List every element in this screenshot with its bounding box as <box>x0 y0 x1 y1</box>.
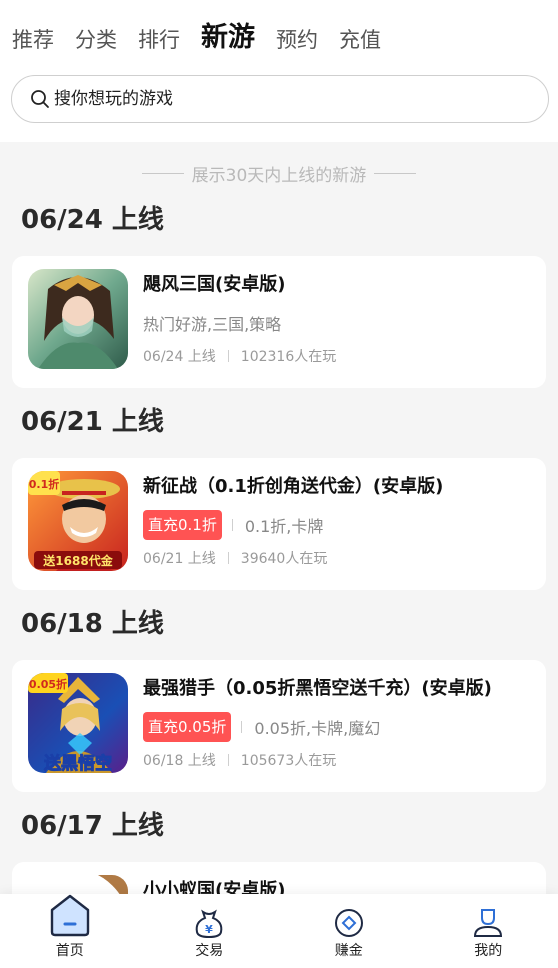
nav-trade[interactable]: ¥ 交易 <box>140 894 280 968</box>
tag-text: 0.05折,卡牌,魔幻 <box>254 719 381 738</box>
game-thumbnail[interactable] <box>28 269 128 369</box>
user-icon <box>474 909 503 937</box>
game-tags: 热门好游,三国,策略 <box>143 308 281 338</box>
player-count: 39640人在玩 <box>240 551 328 567</box>
search-bar[interactable] <box>11 75 549 123</box>
divider <box>231 519 233 531</box>
player-count: 102316人在玩 <box>240 349 337 365</box>
game-card[interactable]: 飓风三国(安卓版) 热门好游,三国,策略 06/24 上线 102316人在玩 <box>12 256 546 388</box>
notice-banner: 展示30天内上线的新游 <box>0 160 558 186</box>
game-card[interactable]: 0.1折 送1688代金 新征战（0.1折创角送代金）(安卓版) 直充0.1折 … <box>12 458 546 590</box>
search-icon <box>31 90 49 108</box>
game-thumbnail[interactable]: 0.1折 送1688代金 <box>28 471 128 571</box>
divider <box>227 350 229 362</box>
notice-text: 展示30天内上线的新游 <box>191 165 367 186</box>
game-meta: 06/21 上线 39640人在玩 <box>143 548 327 568</box>
top-header: 推荐 分类 排行 新游 预约 充值 <box>0 0 558 142</box>
game-title: 最强猎手（0.05折黑悟空送千充）(安卓版) <box>143 678 492 699</box>
game-meta: 06/24 上线 102316人在玩 <box>143 346 336 366</box>
bottom-navigation: 首页 ¥ 交易 赚金 我的 <box>0 894 558 968</box>
divider <box>227 552 229 564</box>
tab-ranking[interactable]: 排行 <box>138 18 180 62</box>
game-title: 新征战（0.1折创角送代金）(安卓版) <box>143 476 444 497</box>
discount-badge: 直充0.1折 <box>143 510 222 540</box>
nav-home[interactable]: 首页 <box>0 894 140 968</box>
launch-date: 06/24 上线 <box>143 349 216 365</box>
thumbnail-promo-text: 送黑悟空 <box>44 753 112 773</box>
search-input[interactable] <box>54 89 514 109</box>
thumbnail-promo-text: 送1688代金 <box>42 553 113 568</box>
section-date: 06/17 上线 <box>21 811 164 841</box>
game-thumbnail[interactable]: 0.05折 送黑悟空 <box>28 673 128 773</box>
tab-category[interactable]: 分类 <box>75 18 117 62</box>
section-date: 06/24 上线 <box>21 205 164 235</box>
tag-text: 0.1折,卡牌 <box>244 517 324 536</box>
section-date: 06/18 上线 <box>21 609 164 639</box>
nav-earn[interactable]: 赚金 <box>279 894 419 968</box>
game-tags: 直充0.05折 0.05折,卡牌,魔幻 <box>143 712 380 742</box>
tab-new-games[interactable]: 新游 <box>201 18 255 58</box>
tab-reservation[interactable]: 预约 <box>276 18 318 62</box>
nav-label: 我的 <box>474 943 503 959</box>
discount-badge: 直充0.05折 <box>143 712 232 742</box>
divider <box>227 754 229 766</box>
divider <box>374 172 417 174</box>
nav-label: 首页 <box>55 943 84 959</box>
thumbnail-promo-text: 0.05折 <box>29 677 67 691</box>
thumbnail-promo-text: 0.1折 <box>29 477 60 491</box>
launch-date: 06/18 上线 <box>143 753 216 769</box>
game-meta: 06/18 上线 105673人在玩 <box>143 750 336 770</box>
game-tags: 直充0.1折 0.1折,卡牌 <box>143 510 323 540</box>
nav-label: 交易 <box>195 943 224 959</box>
tag-text: 热门好游,三国,策略 <box>143 315 282 334</box>
game-card[interactable]: 0.05折 送黑悟空 最强猎手（0.05折黑悟空送千充）(安卓版) 直充0.05… <box>12 660 546 792</box>
section-date: 06/21 上线 <box>21 407 164 437</box>
money-bag-icon: ¥ <box>195 909 223 938</box>
category-tabs: 推荐 分类 排行 新游 预约 充值 <box>12 18 402 62</box>
tab-recommend[interactable]: 推荐 <box>12 18 54 62</box>
coin-icon <box>334 909 363 937</box>
launch-date: 06/21 上线 <box>143 551 216 567</box>
home-icon <box>50 894 89 937</box>
nav-label: 赚金 <box>334 943 363 959</box>
divider <box>241 721 243 733</box>
player-count: 105673人在玩 <box>240 753 337 769</box>
divider <box>141 172 184 174</box>
nav-profile[interactable]: 我的 <box>419 894 558 968</box>
svg-text:¥: ¥ <box>205 923 213 936</box>
game-title: 飓风三国(安卓版) <box>143 274 286 295</box>
tab-recharge[interactable]: 充值 <box>339 18 381 62</box>
